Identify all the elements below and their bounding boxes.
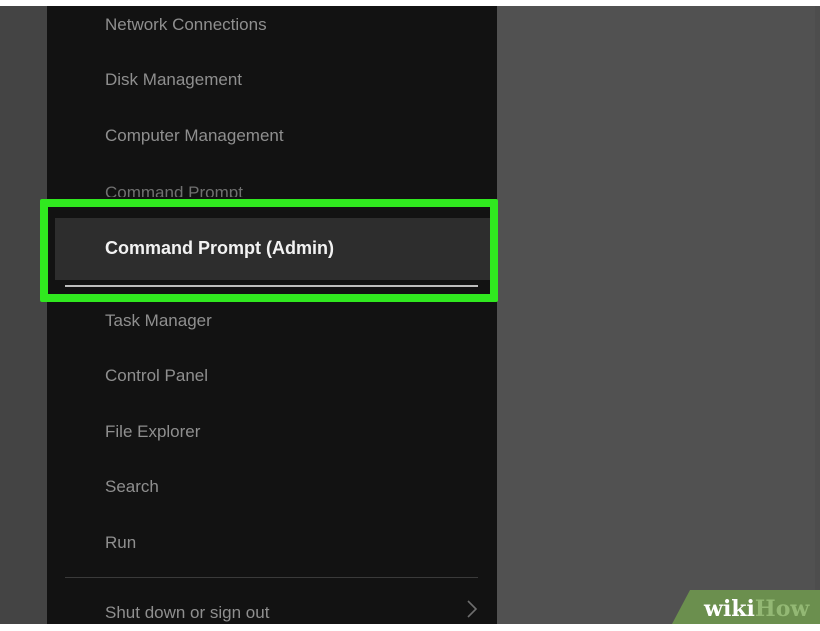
menu-item-label: Run (105, 533, 137, 552)
menu-item-search[interactable]: Search (105, 469, 159, 505)
highlight-outline (40, 199, 498, 302)
menu-item-control-panel[interactable]: Control Panel (105, 358, 208, 394)
menu-item-label: Control Panel (105, 366, 209, 385)
menu-item-run[interactable]: Run (105, 525, 136, 561)
desktop-background-inner (497, 6, 815, 624)
watermark-prefix: wiki (704, 596, 755, 622)
menu-item-label: Task Manager (105, 311, 212, 330)
menu-item-label: Command Prompt (105, 183, 243, 197)
menu-item-disk-management[interactable]: Disk Management (105, 62, 242, 98)
wikihow-watermark: wikiHow (704, 596, 809, 622)
menu-item-label: Computer Management (105, 126, 284, 145)
menu-item-computer-management[interactable]: Computer Management (105, 118, 284, 154)
watermark-suffix: How (754, 596, 810, 622)
menu-item-label: Search (105, 477, 159, 496)
menu-item-label: Network Connections (105, 15, 267, 34)
menu-separator (65, 577, 478, 578)
menu-item-label: Disk Management (105, 70, 243, 89)
menu-item-label: Shut down or sign out (105, 603, 270, 622)
menu-item-command-prompt[interactable]: Command Prompt (105, 175, 243, 197)
menu-item-label: File Explorer (105, 422, 201, 441)
menu-item-network-connections[interactable]: Network Connections (105, 7, 267, 43)
left-desktop-edge (0, 6, 47, 624)
menu-item-shut-down-or-sign-out[interactable]: Shut down or sign out (105, 595, 269, 631)
chevron-right-icon (467, 600, 478, 618)
power-user-menu: Network Connections Disk Management Comp… (47, 6, 497, 624)
menu-item-task-manager[interactable]: Task Manager (105, 303, 212, 339)
menu-item-file-explorer[interactable]: File Explorer (105, 414, 200, 450)
